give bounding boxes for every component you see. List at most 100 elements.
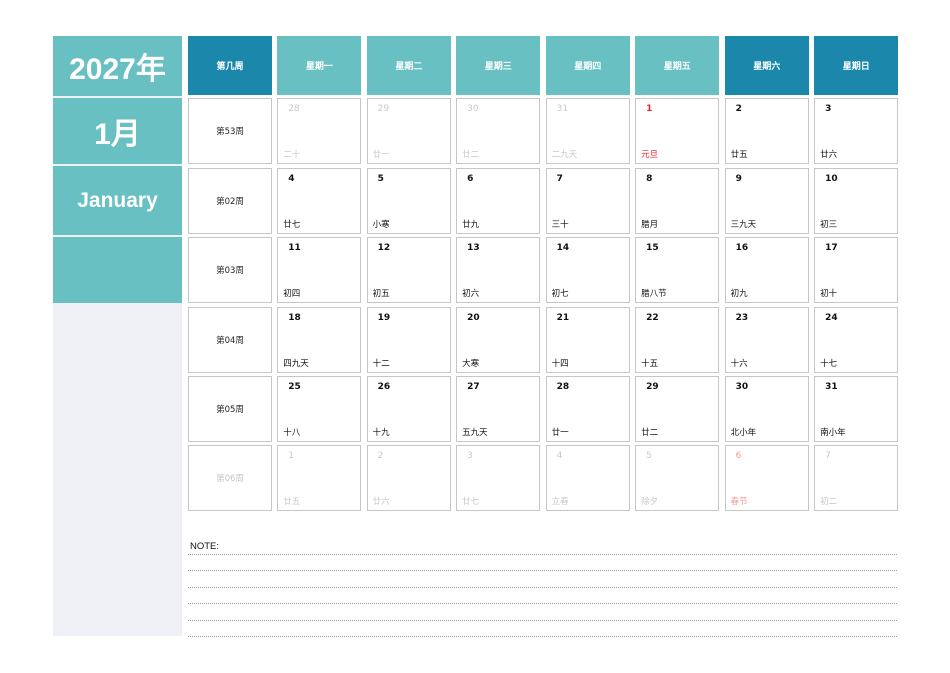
lunar-date: 初六 [462, 289, 480, 300]
day-cell[interactable]: 26 十九 [366, 375, 451, 442]
day-cell[interactable]: 7 三十 [545, 167, 630, 234]
notes-section: NOTE: [188, 540, 898, 640]
day-cell[interactable]: 1 廿五 [277, 445, 362, 512]
lunar-date: 五九天 [462, 427, 488, 438]
day-cell[interactable]: 29 廿一 [366, 98, 451, 165]
lunar-date: 春节 [730, 497, 748, 508]
day-number: 29 [646, 381, 659, 392]
day-number: 28 [556, 381, 570, 392]
note-line[interactable] [188, 603, 897, 605]
day-number: 29 [377, 104, 390, 115]
notes-label: NOTE: [190, 541, 220, 552]
lunar-date: 元旦 [641, 150, 659, 161]
lunar-date: 廿九 [462, 219, 480, 230]
day-cell[interactable]: 7 初二 [814, 445, 899, 512]
day-cell[interactable]: 29 廿二 [635, 375, 720, 442]
lunar-date: 廿一 [551, 427, 569, 438]
day-cell[interactable]: 13 初六 [456, 237, 541, 304]
day-cell[interactable]: 2 廿五 [724, 98, 809, 165]
day-cell[interactable]: 31 南小年 [814, 375, 899, 442]
day-cell[interactable]: 20 大寒 [456, 306, 541, 373]
day-cell[interactable]: 5 除夕 [635, 445, 720, 512]
day-cell[interactable]: 30 北小年 [724, 375, 809, 442]
day-cell[interactable]: 27 五九天 [456, 375, 541, 442]
day-number: 22 [646, 312, 659, 323]
lunar-date: 南小年 [820, 427, 846, 438]
day-number: 19 [377, 312, 391, 323]
week-number-cell: 第03周 [188, 237, 272, 304]
day-number: 30 [467, 104, 479, 115]
day-number: 5 [646, 451, 652, 462]
note-line[interactable] [188, 554, 897, 555]
day-cell[interactable]: 23 十六 [724, 306, 809, 373]
lunar-date: 初三 [820, 219, 838, 230]
day-cell[interactable]: 19 十二 [366, 306, 451, 373]
week-number-cell: 第05周 [188, 375, 272, 442]
lunar-date: 初五 [372, 289, 390, 300]
day-number: 31 [556, 104, 569, 115]
day-cell[interactable]: 2 廿六 [366, 445, 451, 512]
day-cell[interactable]: 28 二十 [277, 98, 362, 165]
lunar-date: 二九天 [551, 150, 578, 161]
day-cell[interactable]: 30 廿二 [456, 98, 541, 165]
day-cell[interactable]: 16 初九 [724, 237, 809, 304]
week-number-cell: 第02周 [188, 167, 272, 234]
day-number: 2 [377, 451, 384, 462]
day-cell[interactable]: 11 初四 [277, 237, 362, 304]
day-cell[interactable]: 4 廿七 [277, 167, 362, 234]
day-cell[interactable]: 17 初十 [814, 237, 899, 304]
day-number: 1 [646, 104, 653, 115]
weekday-header: 星期五 [635, 36, 720, 95]
day-number: 4 [288, 173, 295, 184]
day-cell[interactable]: 4 立春 [545, 445, 630, 512]
lunar-date: 廿七 [283, 219, 301, 230]
day-number: 15 [646, 243, 659, 254]
calendar-grid: 第几周 星期一 星期二 星期三 星期四 星期五 星期六 星期日 第53周 28 二十 29 廿一 30 廿… [188, 36, 899, 512]
day-cell[interactable]: 12 初五 [366, 237, 451, 304]
lunar-date: 廿七 [462, 497, 480, 508]
month-title: 1月 [53, 98, 182, 164]
lunar-date: 十六 [730, 358, 748, 369]
note-line[interactable] [188, 586, 897, 588]
day-cell[interactable]: 5 小寒 [366, 167, 451, 234]
weekday-header: 星期四 [545, 36, 630, 95]
day-number: 11 [288, 243, 301, 254]
day-number: 14 [556, 243, 570, 254]
day-number: 31 [825, 381, 838, 392]
day-cell[interactable]: 28 廿一 [545, 375, 630, 442]
day-cell[interactable]: 8 腊月 [635, 167, 720, 234]
lunar-date: 廿五 [283, 497, 301, 508]
day-number: 12 [377, 243, 391, 254]
note-line[interactable] [188, 636, 897, 637]
day-number: 10 [825, 173, 838, 184]
day-cell[interactable]: 18 四九天 [277, 306, 362, 373]
day-cell[interactable]: 24 十七 [814, 306, 899, 373]
lunar-date: 除夕 [641, 497, 659, 508]
day-cell[interactable]: 6 廿九 [456, 167, 541, 234]
lunar-date: 十四 [551, 358, 569, 369]
note-line[interactable] [188, 619, 897, 621]
day-number: 8 [646, 173, 653, 184]
week-number-cell: 第06周 [188, 445, 272, 512]
day-cell[interactable]: 6 春节 [724, 445, 809, 512]
day-number: 4 [556, 451, 563, 462]
day-cell[interactable]: 21 十四 [545, 306, 630, 373]
day-cell[interactable]: 3 廿七 [456, 445, 541, 512]
note-line[interactable] [188, 570, 897, 572]
lunar-date: 廿二 [641, 427, 659, 438]
day-cell[interactable]: 1 元旦 [635, 98, 720, 165]
day-cell[interactable]: 3 廿六 [814, 98, 899, 165]
day-cell[interactable]: 9 三九天 [724, 167, 809, 234]
lunar-date: 十二 [372, 358, 390, 369]
day-cell[interactable]: 15 腊八节 [635, 237, 720, 304]
year-title: 2027年 [53, 36, 182, 96]
day-cell[interactable]: 14 初七 [545, 237, 630, 304]
day-number: 18 [288, 312, 301, 323]
lunar-date: 立春 [551, 497, 569, 508]
day-cell[interactable]: 25 十八 [277, 375, 362, 442]
day-cell[interactable]: 10 初三 [814, 167, 899, 234]
day-number: 3 [467, 451, 473, 462]
day-cell[interactable]: 31 二九天 [545, 98, 630, 165]
day-cell[interactable]: 22 十五 [635, 306, 720, 373]
lunar-date: 廿一 [372, 150, 390, 161]
